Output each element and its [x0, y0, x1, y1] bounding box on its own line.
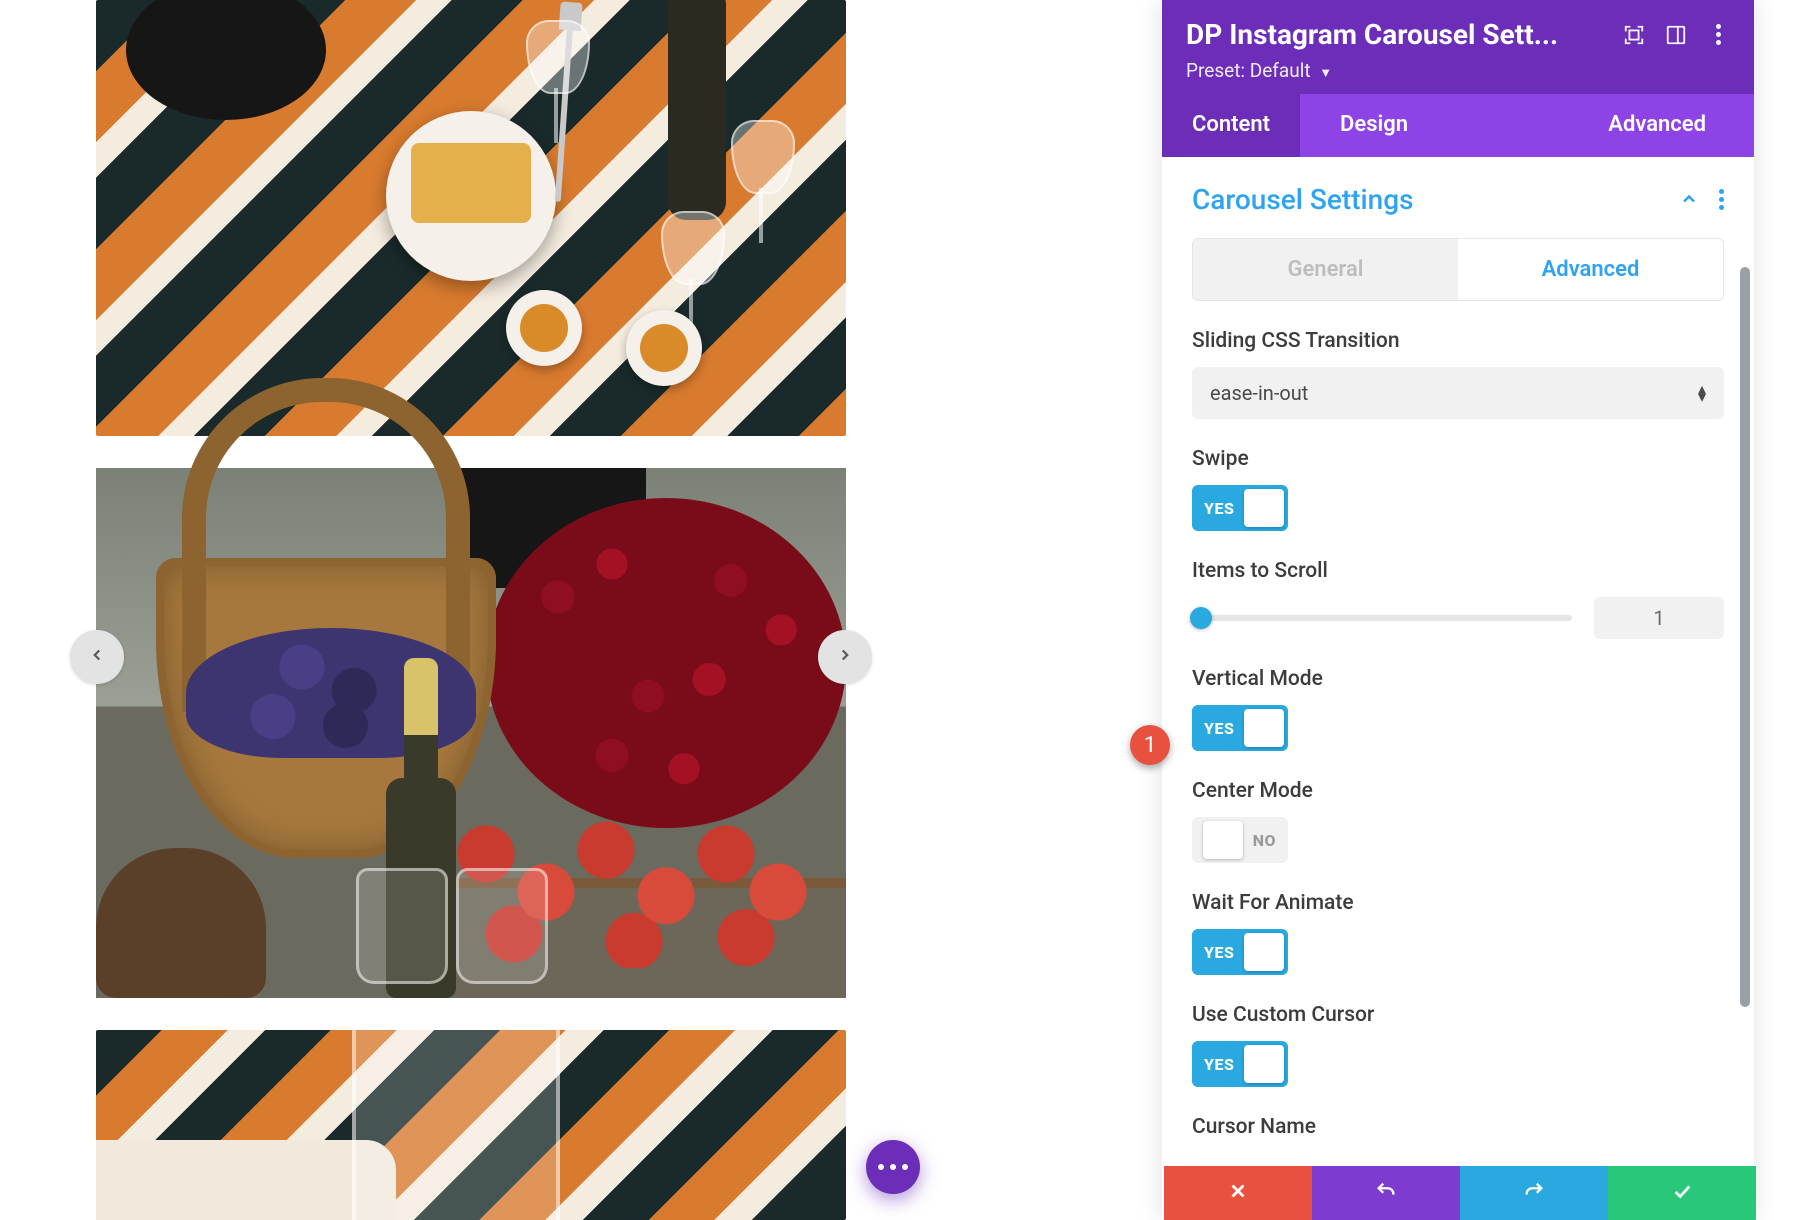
preset-label: Preset:	[1186, 59, 1245, 82]
subtabs: General Advanced	[1192, 238, 1724, 301]
toggle-label: YES	[1196, 499, 1244, 518]
items-value[interactable]: 1	[1594, 597, 1724, 639]
check-icon	[1671, 1180, 1693, 1206]
more-options-fab[interactable]	[866, 1140, 920, 1194]
toggle-label: YES	[1196, 1055, 1244, 1074]
wait-toggle[interactable]: YES	[1192, 929, 1288, 975]
toggle-label: YES	[1196, 719, 1244, 738]
carousel-slide	[96, 468, 846, 998]
preview-area	[0, 0, 1160, 1220]
save-button[interactable]	[1608, 1166, 1756, 1220]
vertical-toggle[interactable]: YES	[1192, 705, 1288, 751]
section-toggle[interactable]: Carousel Settings	[1192, 183, 1679, 216]
panel-header: DP Instagram Carousel Sett... Preset: De…	[1162, 0, 1754, 94]
undo-icon	[1375, 1180, 1397, 1206]
callout-badge-1: 1	[1130, 725, 1170, 765]
items-slider[interactable]	[1192, 615, 1572, 621]
section-kebab-icon[interactable]	[1719, 189, 1724, 210]
carousel-prev-button[interactable]	[70, 630, 124, 684]
preset-value: Default	[1250, 59, 1311, 82]
carousel-slide	[96, 1030, 846, 1220]
layout-icon[interactable]	[1664, 23, 1688, 47]
toggle-label: NO	[1243, 831, 1284, 850]
chevron-up-icon[interactable]	[1679, 183, 1699, 216]
chevron-right-icon	[836, 646, 854, 668]
carousel	[96, 0, 846, 1220]
swipe-toggle[interactable]: YES	[1192, 485, 1288, 531]
undo-button[interactable]	[1312, 1166, 1460, 1220]
preset-selector[interactable]: Preset: Default ▼	[1186, 59, 1730, 82]
subtab-advanced[interactable]: Advanced	[1458, 239, 1723, 300]
select-updown-icon: ▴▾	[1698, 385, 1706, 401]
toggle-label: YES	[1196, 943, 1244, 962]
cursor-toggle[interactable]: YES	[1192, 1041, 1288, 1087]
carousel-slide	[96, 0, 846, 436]
transition-select[interactable]: ease-in-out ▴▾	[1192, 367, 1724, 419]
field-label: Items to Scroll	[1192, 559, 1724, 583]
field-label: Wait For Animate	[1192, 891, 1724, 915]
tab-design[interactable]: Design	[1300, 94, 1448, 157]
field-label: Cursor Name	[1192, 1115, 1724, 1139]
caret-down-icon: ▼	[1319, 66, 1332, 81]
tab-content[interactable]: Content	[1162, 94, 1300, 157]
field-label: Use Custom Cursor	[1192, 1003, 1724, 1027]
settings-panel-wrap: DP Instagram Carousel Sett... Preset: De…	[1160, 0, 1800, 1220]
subtab-general[interactable]: General	[1193, 239, 1458, 300]
redo-icon	[1523, 1180, 1545, 1206]
redo-button[interactable]	[1460, 1166, 1608, 1220]
select-value: ease-in-out	[1210, 381, 1698, 405]
close-icon	[1227, 1180, 1249, 1206]
slider-thumb[interactable]	[1190, 607, 1212, 629]
panel-tabs: Content Design Advanced	[1162, 94, 1754, 157]
field-label: Swipe	[1192, 447, 1724, 471]
expand-icon[interactable]	[1622, 23, 1646, 47]
field-label: Vertical Mode	[1192, 667, 1724, 691]
center-toggle[interactable]: NO	[1192, 817, 1288, 863]
cancel-button[interactable]	[1164, 1166, 1312, 1220]
action-bar	[1164, 1166, 1756, 1220]
panel-title: DP Instagram Carousel Sett...	[1186, 18, 1604, 51]
panel-body: Carousel Settings General Advanced Slidi…	[1162, 157, 1754, 1220]
field-label: Center Mode	[1192, 779, 1724, 803]
chevron-left-icon	[88, 646, 106, 668]
tab-advanced[interactable]: Advanced	[1588, 94, 1726, 157]
scrollbar[interactable]	[1740, 267, 1750, 1007]
field-label: Sliding CSS Transition	[1192, 329, 1724, 353]
settings-panel: DP Instagram Carousel Sett... Preset: De…	[1162, 0, 1754, 1220]
kebab-menu-icon[interactable]	[1706, 23, 1730, 47]
carousel-next-button[interactable]	[818, 630, 872, 684]
